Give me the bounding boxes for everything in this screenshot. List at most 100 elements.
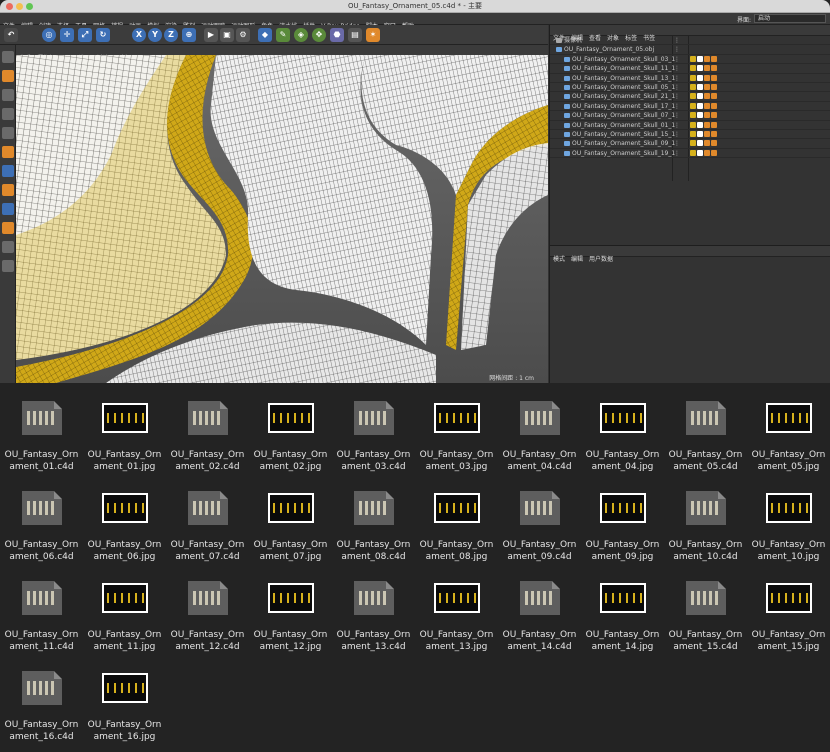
snap-icon[interactable]: [2, 222, 14, 234]
file-item[interactable]: OU_Fantasy_Orn ament_04.c4d: [498, 383, 581, 473]
visibility-toggle[interactable]: ⋮: [674, 92, 680, 101]
edges-mode-icon[interactable]: [2, 146, 14, 158]
cube-icon[interactable]: ◆: [258, 28, 272, 42]
visibility-toggle[interactable]: ⋮: [674, 74, 680, 83]
material-tag-icon[interactable]: [697, 102, 703, 109]
file-item[interactable]: OU_Fantasy_Orn ament_05.jpg: [747, 383, 830, 473]
object-row[interactable]: OU_Fantasy_Ornament_Skull_13_1 ⋮: [550, 74, 830, 83]
object-row[interactable]: OU_Fantasy_Ornament_Skull_03_1 ⋮: [550, 55, 830, 65]
subdivision-icon[interactable]: ◈: [294, 28, 308, 42]
visibility-toggle[interactable]: ⋮: [674, 64, 680, 73]
material-tag-icon[interactable]: [704, 112, 710, 119]
file-item[interactable]: OU_Fantasy_Orn ament_12.c4d: [166, 563, 249, 653]
material-tag-icon[interactable]: [690, 93, 696, 100]
file-item[interactable]: OU_Fantasy_Orn ament_14.jpg: [581, 563, 664, 653]
material-tag-icon[interactable]: [690, 74, 696, 81]
object-row[interactable]: OU_Fantasy_Ornament_Skull_09_1 ⋮: [550, 139, 830, 149]
workplane-icon[interactable]: [2, 108, 14, 120]
material-tag-icon[interactable]: [697, 83, 703, 90]
3d-viewport[interactable]: 网格间距 : 1 cm: [16, 55, 548, 383]
pen-icon[interactable]: ✎: [276, 28, 290, 42]
material-tag-icon[interactable]: [690, 149, 696, 156]
object-row[interactable]: OU_Fantasy_Ornament_Skull_17_1 ⋮: [550, 102, 830, 112]
world-coord-icon[interactable]: ⊕: [182, 28, 196, 42]
file-item[interactable]: OU_Fantasy_Orn ament_02.c4d: [166, 383, 249, 473]
material-tag-icon[interactable]: [697, 65, 703, 72]
material-tag-icon[interactable]: [704, 65, 710, 72]
file-item[interactable]: OU_Fantasy_Orn ament_02.jpg: [249, 383, 332, 473]
file-item[interactable]: OU_Fantasy_Orn ament_16.jpg: [83, 653, 166, 743]
material-tag-icon[interactable]: [690, 130, 696, 137]
file-item[interactable]: OU_Fantasy_Orn ament_06.c4d: [0, 473, 83, 563]
object-row[interactable]: 摄像机 ⋮: [550, 36, 830, 46]
object-row[interactable]: OU_Fantasy_Ornament_Skull_19_1 ⋮: [550, 149, 830, 159]
render-view-icon[interactable]: ▶: [204, 28, 218, 42]
camera-icon[interactable]: ▤: [348, 28, 362, 42]
am-menu-item[interactable]: 模式: [550, 254, 568, 265]
material-tag-icon[interactable]: [704, 102, 710, 109]
material-tag-icon[interactable]: [697, 93, 703, 100]
file-item[interactable]: OU_Fantasy_Orn ament_15.jpg: [747, 563, 830, 653]
object-row[interactable]: OU_Fantasy_Ornament_Skull_15_1 ⋮: [550, 130, 830, 140]
file-item[interactable]: OU_Fantasy_Orn ament_12.jpg: [249, 563, 332, 653]
material-tag-icon[interactable]: [690, 121, 696, 128]
material-tag-icon[interactable]: [711, 55, 717, 62]
material-tag-icon[interactable]: [697, 149, 703, 156]
visibility-toggle[interactable]: ⋮: [674, 102, 680, 111]
file-item[interactable]: OU_Fantasy_Orn ament_10.c4d: [664, 473, 747, 563]
z-axis-icon[interactable]: Z: [164, 28, 178, 42]
visibility-toggle[interactable]: ⋮: [674, 111, 680, 120]
material-tag-icon[interactable]: [711, 93, 717, 100]
y-axis-icon[interactable]: Y: [148, 28, 162, 42]
material-tag-icon[interactable]: [711, 65, 717, 72]
object-row[interactable]: OU_Fantasy_Ornament_Skull_05_1 ⋮: [550, 83, 830, 93]
axis-mode-icon[interactable]: [2, 184, 14, 196]
material-tag-icon[interactable]: [704, 83, 710, 90]
visibility-toggle[interactable]: ⋮: [674, 149, 680, 158]
layout-select[interactable]: 启动: [754, 14, 826, 23]
file-item[interactable]: OU_Fantasy_Orn ament_11.jpg: [83, 563, 166, 653]
material-tag-icon[interactable]: [690, 83, 696, 90]
points-mode-icon[interactable]: [2, 127, 14, 139]
scale-icon[interactable]: ⤢: [78, 28, 92, 42]
live-select-icon[interactable]: ◎: [42, 28, 56, 42]
visibility-toggle[interactable]: ⋮: [674, 130, 680, 139]
move-icon[interactable]: ✛: [60, 28, 74, 42]
visibility-toggle[interactable]: ⋮: [674, 55, 680, 64]
object-row[interactable]: OU_Fantasy_Ornament_Skull_07_1 ⋮: [550, 111, 830, 121]
material-tag-icon[interactable]: [690, 140, 696, 147]
material-tag-icon[interactable]: [711, 102, 717, 109]
material-tag-icon[interactable]: [697, 112, 703, 119]
visibility-toggle[interactable]: ⋮: [674, 83, 680, 92]
render-picture-viewer-icon[interactable]: ▣: [220, 28, 234, 42]
material-tag-icon[interactable]: [711, 83, 717, 90]
file-item[interactable]: OU_Fantasy_Orn ament_08.c4d: [332, 473, 415, 563]
material-tag-icon[interactable]: [711, 112, 717, 119]
file-item[interactable]: OU_Fantasy_Orn ament_11.c4d: [0, 563, 83, 653]
visibility-toggle[interactable]: ⋮: [674, 36, 680, 45]
file-item[interactable]: OU_Fantasy_Orn ament_14.c4d: [498, 563, 581, 653]
material-tag-icon[interactable]: [704, 74, 710, 81]
file-item[interactable]: OU_Fantasy_Orn ament_10.jpg: [747, 473, 830, 563]
file-item[interactable]: OU_Fantasy_Orn ament_04.jpg: [581, 383, 664, 473]
material-tag-icon[interactable]: [711, 74, 717, 81]
material-tag-icon[interactable]: [704, 121, 710, 128]
visibility-toggle[interactable]: ⋮: [674, 121, 680, 130]
file-item[interactable]: OU_Fantasy_Orn ament_16.c4d: [0, 653, 83, 743]
rotate-icon[interactable]: ↻: [96, 28, 110, 42]
model-mode-icon[interactable]: [2, 70, 14, 82]
material-tag-icon[interactable]: [704, 130, 710, 137]
deformer-icon[interactable]: ⬣: [330, 28, 344, 42]
file-item[interactable]: OU_Fantasy_Orn ament_07.jpg: [249, 473, 332, 563]
grid-icon[interactable]: [2, 260, 14, 272]
material-tag-icon[interactable]: [711, 121, 717, 128]
visibility-toggle[interactable]: ⋮: [674, 45, 680, 54]
file-item[interactable]: OU_Fantasy_Orn ament_06.jpg: [83, 473, 166, 563]
file-item[interactable]: OU_Fantasy_Orn ament_15.c4d: [664, 563, 747, 653]
material-tag-icon[interactable]: [697, 74, 703, 81]
undo-icon[interactable]: ↶: [4, 28, 18, 42]
object-row[interactable]: OU_Fantasy_Ornament_05.obj ⋮: [550, 45, 830, 55]
file-item[interactable]: OU_Fantasy_Orn ament_08.jpg: [415, 473, 498, 563]
material-tag-icon[interactable]: [690, 65, 696, 72]
object-row[interactable]: OU_Fantasy_Ornament_Skull_11_1 ⋮: [550, 64, 830, 74]
